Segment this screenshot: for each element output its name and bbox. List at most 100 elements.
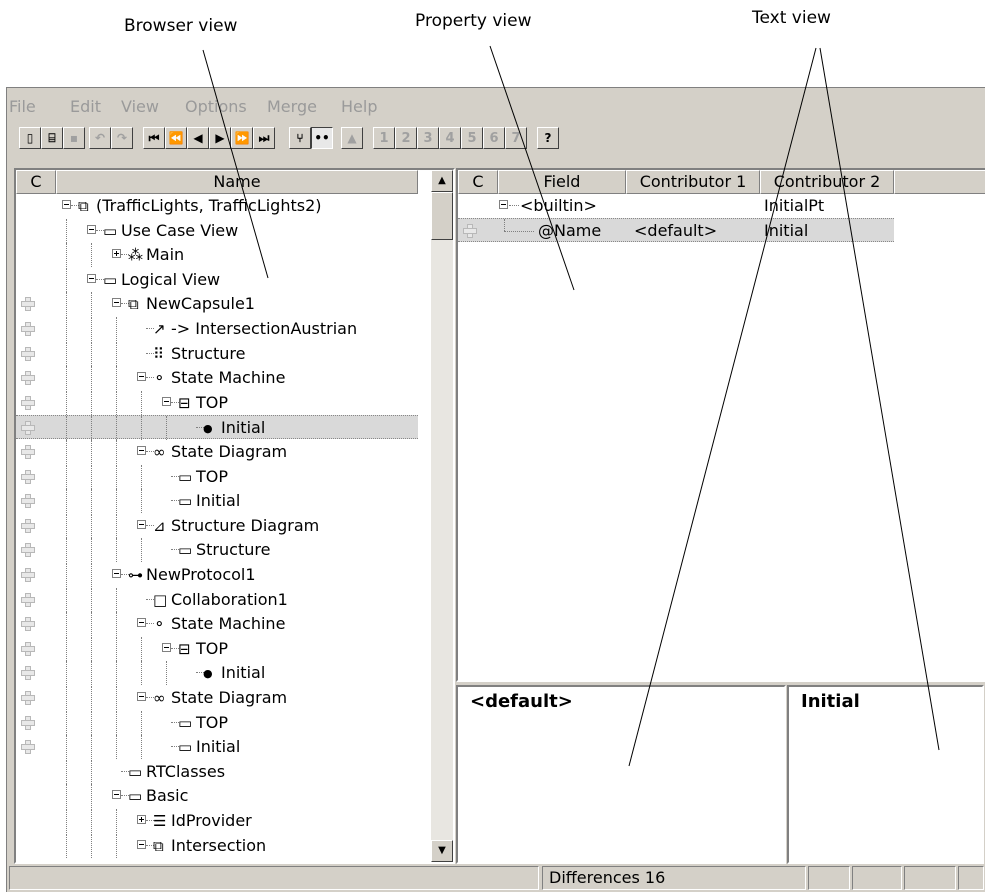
contributor-5-button[interactable]: 5 [461,127,483,149]
last-diff-icon[interactable]: ⏭ [253,127,275,149]
collapse-icon[interactable] [87,224,96,234]
collapse-icon[interactable] [112,790,121,800]
tree-row[interactable]: ▭ TOP [16,710,418,735]
contributor-3-button[interactable]: 3 [417,127,439,149]
props-header-contributor-1[interactable]: Contributor 1 [626,170,760,194]
tree-row[interactable]: ☰ IdProvider [16,809,418,833]
tree-row[interactable]: ∞ State Diagram [16,440,418,464]
next-conflict-icon[interactable]: ⏩ [231,127,253,149]
contributor-2-button[interactable]: 2 [395,127,417,149]
menu-file[interactable]: File [9,97,36,116]
accept-icon[interactable]: ▲ [341,127,363,149]
contributor-6-button[interactable]: 6 [483,127,505,149]
structure-diagram-icon: ⊿ [153,516,166,535]
text-view-contributor-1[interactable]: <default> [456,685,786,864]
collapse-icon[interactable] [112,298,121,308]
collapse-icon[interactable] [62,200,71,209]
prev-conflict-icon[interactable]: ⏪ [165,127,187,149]
tree-header-name[interactable]: Name [56,170,418,194]
contributor-7-button[interactable]: 7 [505,127,527,149]
collapse-icon[interactable] [162,642,171,652]
tree-row[interactable]: ● Initial [16,415,418,441]
prev-diff-icon[interactable]: ◀ [187,127,209,149]
collapse-icon[interactable] [112,569,121,578]
first-diff-icon[interactable]: ⏮ [143,127,165,149]
props-header-c[interactable]: C [458,170,498,194]
tree-row[interactable]: ⧉ (TrafficLights, TrafficLights2) [16,194,418,218]
tree-row[interactable]: ⠿ Structure [16,341,418,366]
state-diagram-icon: ∞ [153,689,166,707]
tree-row[interactable]: ⧉ Intersection [16,833,418,858]
collapse-icon[interactable] [137,446,146,455]
tree-row[interactable]: ▭ Initial [16,489,418,514]
tree-row[interactable]: ▭ Structure [16,538,418,563]
scroll-up-icon[interactable]: ▲ [431,170,453,192]
collapse-icon[interactable] [137,692,146,701]
diagram-ref-icon: ▭ [178,738,193,757]
collapse-icon[interactable] [137,372,146,382]
expand-icon[interactable] [112,249,121,259]
collapse-icon[interactable] [137,618,146,628]
prop-field: <builtin> [520,196,597,215]
collapse-icon[interactable] [137,519,146,529]
menu-options[interactable]: Options [185,97,247,116]
help-button[interactable]: ? [537,127,559,149]
tree-item-label: Logical View [121,269,221,289]
redo-icon[interactable]: ↷ [111,127,133,149]
collapse-icon[interactable] [87,273,96,283]
next-diff-icon[interactable]: ▶ [209,127,231,149]
tree-row[interactable]: ⧉ NewCapsule1 [16,292,418,317]
tree-row[interactable]: ● Initial [16,661,418,686]
resize-grip-icon[interactable] [958,866,984,890]
menu-help[interactable]: Help [341,97,377,116]
contributor-1-button[interactable]: 1 [373,127,395,149]
tree-item-label: Use Case View [121,220,239,240]
tree-row[interactable]: ▭ Use Case View [16,218,418,243]
collapse-icon[interactable] [162,396,171,406]
collapse-icon[interactable] [137,839,146,849]
tree-header-c[interactable]: C [16,170,56,194]
menu-edit[interactable]: Edit [70,97,101,116]
tree-row[interactable]: ⊟ TOP [16,390,418,415]
tree-row[interactable]: ⊶ NewProtocol1 [16,563,418,587]
tree-item-label: NewCapsule1 [146,294,255,314]
tree-row[interactable]: ▭ Initial [16,735,418,760]
collapse-icon[interactable] [499,200,508,209]
tree-row[interactable]: ⚬ State Machine [16,366,418,391]
tree-row[interactable]: □ Collaboration1 [16,587,418,612]
status-pane [904,866,956,890]
tree-row[interactable]: ∞ State Diagram [16,686,418,710]
prop-row-selected[interactable]: @Name <default> Initial [458,218,894,242]
tree-row[interactable]: ▭ Basic [16,784,418,809]
scroll-thumb[interactable] [431,192,453,240]
menu-merge[interactable]: Merge [267,97,317,116]
change-marker-icon [21,469,35,484]
prop-field: @Name [538,221,602,240]
tree-item-label: RTClasses [146,761,226,781]
tree-row[interactable]: ↗ -> IntersectionAustrian [16,317,418,341]
menu-view[interactable]: View [121,97,159,116]
save-icon[interactable]: ▪ [63,127,85,149]
text-view-contributor-2[interactable]: Initial [787,685,984,864]
tree-row[interactable]: ▭ Logical View [16,267,418,292]
props-header-contributor-2[interactable]: Contributor 2 [760,170,894,194]
class-icon: ☰ [153,812,167,830]
tree-row[interactable]: ⁂ Main [16,243,418,268]
tree-row[interactable]: ⊟ TOP [16,636,418,661]
tree-row[interactable]: ⊿ Structure Diagram [16,513,418,538]
new-icon[interactable]: ▯ [19,127,41,149]
undo-icon[interactable]: ↶ [89,127,111,149]
open-icon[interactable]: ⌸ [41,127,63,149]
props-header-field[interactable]: Field [498,170,626,194]
tree-row[interactable]: ▭ RTClasses [16,759,418,784]
tree-row[interactable]: ⚬ State Machine [16,612,418,637]
tree-view-icon[interactable]: ⑂ [289,127,311,149]
scroll-down-icon[interactable]: ▼ [431,840,453,862]
tree-row[interactable]: ▭ TOP [16,464,418,489]
tree-item-label: Structure Diagram [171,515,320,535]
tree-scrollbar[interactable]: ▲ ▼ [431,170,453,862]
expand-icon[interactable] [137,815,146,824]
prop-row[interactable]: <builtin> InitialPt [458,194,985,218]
list-view-icon[interactable]: •• [311,127,333,149]
contributor-4-button[interactable]: 4 [439,127,461,149]
